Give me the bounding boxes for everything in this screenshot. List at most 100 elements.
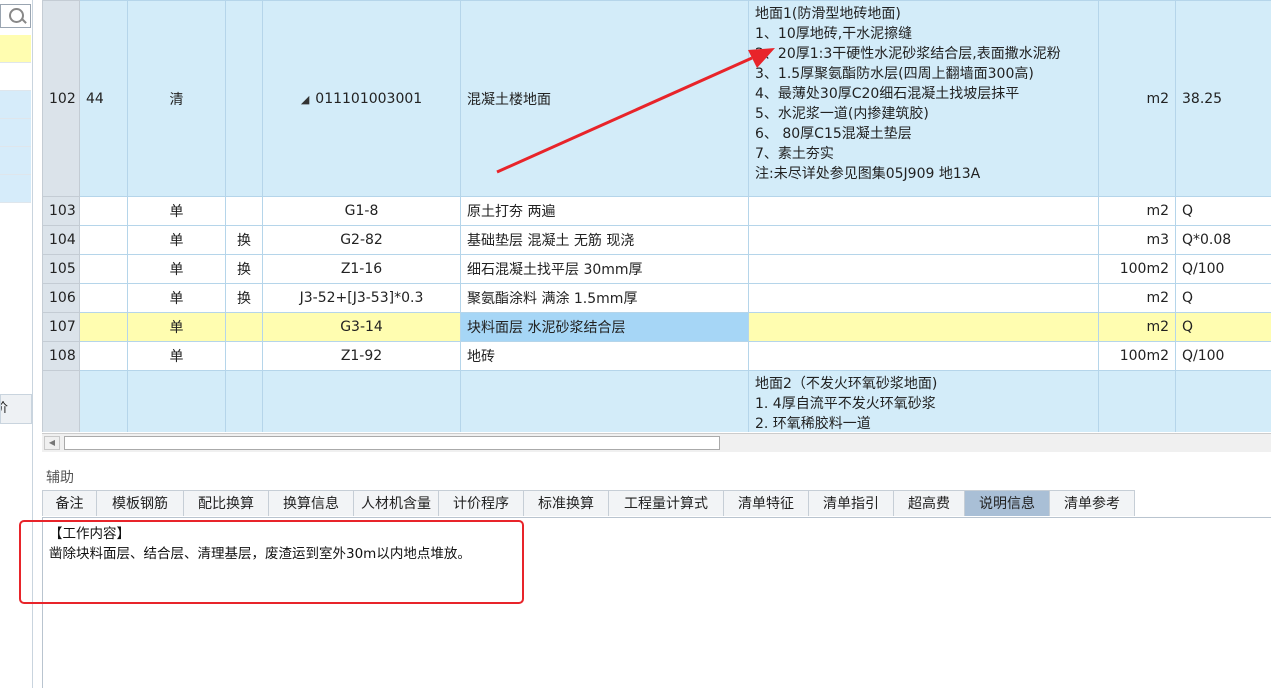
unit-cell[interactable]: m2 — [1098, 0, 1176, 197]
quantity-cell[interactable]: Q/100 — [1175, 254, 1271, 284]
scroll-left-arrow-icon[interactable]: ◀ — [44, 436, 60, 450]
feature-cell[interactable] — [748, 196, 1099, 226]
row-number[interactable]: 103 — [42, 196, 80, 226]
aux-tab[interactable]: 清单指引 — [808, 490, 894, 516]
aux-tab[interactable]: 配比换算 — [183, 490, 269, 516]
aux-tab[interactable]: 模板钢筋 — [96, 490, 184, 516]
code-cell[interactable]: J3-52+[J3-53]*0.3 — [262, 283, 461, 313]
name-cell[interactable]: 细石混凝土找平层 30mm厚 — [460, 254, 749, 284]
name-cell[interactable]: 原土打夯 两遍 — [460, 196, 749, 226]
table-row[interactable]: 105 单 换 Z1-16 细石混凝土找平层 30mm厚 100m2 Q/100 — [42, 254, 1271, 284]
code-cell[interactable]: Z1-16 — [262, 254, 461, 284]
category-cell[interactable]: 单 — [127, 283, 226, 313]
feature-cell[interactable]: 地面1(防滑型地砖地面) 1、10厚地砖,干水泥擦缝 2、20厚1:3干硬性水泥砂浆… — [748, 0, 1099, 197]
code-cell[interactable]: G1-8 — [262, 196, 461, 226]
quantity-cell[interactable]: Q — [1175, 312, 1271, 342]
unit-cell[interactable]: 100m2 — [1098, 341, 1176, 371]
row-number[interactable]: 104 — [42, 225, 80, 255]
flag-cell[interactable]: 换 — [225, 283, 263, 313]
category-cell[interactable]: 单 — [127, 196, 226, 226]
expand-triangle-icon[interactable]: ◢ — [301, 93, 309, 106]
aux-tab[interactable]: 换算信息 — [268, 490, 354, 516]
feature-cell[interactable] — [748, 225, 1099, 255]
aux-tab[interactable]: 工程量计算式 — [608, 490, 724, 516]
aux-tab[interactable]: 清单参考 — [1049, 490, 1135, 516]
code-cell[interactable]: G3-14 — [262, 312, 461, 342]
unit-cell[interactable]: 100m2 — [1098, 254, 1176, 284]
code-cell[interactable]: Z1-92 — [262, 341, 461, 371]
left-tree-item[interactable] — [0, 91, 31, 119]
seq-cell[interactable] — [79, 254, 128, 284]
row-number[interactable]: 107 — [42, 312, 80, 342]
row-number[interactable]: 105 — [42, 254, 80, 284]
left-tree-item[interactable] — [0, 175, 31, 203]
name-cell[interactable]: 块料面层 水泥砂浆结合层 — [460, 312, 749, 342]
unit-cell[interactable]: m3 — [1098, 225, 1176, 255]
feature-cell[interactable] — [748, 312, 1099, 342]
scrollbar-thumb[interactable] — [64, 436, 720, 450]
name-cell[interactable]: 基础垫层 混凝土 无筋 现浇 — [460, 225, 749, 255]
seq-cell[interactable] — [79, 225, 128, 255]
seq-cell[interactable] — [79, 341, 128, 371]
name-cell[interactable]: 地砖 — [460, 341, 749, 371]
row-number[interactable]: 108 — [42, 341, 80, 371]
feature-cell[interactable]: 地面2（不发火环氧砂浆地面) 1. 4厚自流平不发火环氧砂浆 2. 环氧稀胶料一道 — [748, 370, 1099, 432]
feature-cell[interactable] — [748, 283, 1099, 313]
left-tree-item[interactable] — [0, 63, 31, 91]
quantity-cell[interactable]: Q/100 — [1175, 341, 1271, 371]
unit-cell[interactable]: m2 — [1098, 196, 1176, 226]
flag-cell[interactable] — [225, 0, 263, 197]
category-cell[interactable]: 单 — [127, 254, 226, 284]
feature-cell[interactable] — [748, 254, 1099, 284]
search-icon[interactable] — [9, 8, 24, 23]
seq-cell[interactable] — [79, 283, 128, 313]
unit-cell[interactable] — [1098, 370, 1176, 432]
category-cell[interactable]: 单 — [127, 225, 226, 255]
seq-cell[interactable] — [79, 196, 128, 226]
row-number[interactable]: 106 — [42, 283, 80, 313]
unit-cell[interactable]: m2 — [1098, 283, 1176, 313]
aux-tab[interactable]: 说明信息 — [964, 490, 1050, 516]
quantity-cell[interactable]: Q — [1175, 196, 1271, 226]
category-cell[interactable]: 清 — [127, 0, 226, 197]
code-cell[interactable]: ◢ 011101003001 — [262, 0, 461, 197]
unit-cell[interactable]: m2 — [1098, 312, 1176, 342]
flag-cell[interactable]: 换 — [225, 225, 263, 255]
flag-cell[interactable] — [225, 196, 263, 226]
flag-cell[interactable] — [225, 370, 263, 432]
quantity-cell[interactable]: 38.25 — [1175, 0, 1271, 197]
flag-cell[interactable]: 换 — [225, 254, 263, 284]
left-bottom-tab[interactable]: 价 — [0, 394, 32, 424]
quantity-cell[interactable]: Q — [1175, 283, 1271, 313]
quantity-cell[interactable]: Q*0.08 — [1175, 225, 1271, 255]
row-number[interactable] — [42, 370, 80, 432]
left-tree-item[interactable] — [0, 119, 31, 147]
table-row[interactable]: 102 44 清 ◢ 011101003001 混凝土楼地面 地面1(防滑型地砖地面) 1、1… — [42, 0, 1271, 197]
seq-cell[interactable] — [79, 370, 128, 432]
quantity-cell[interactable] — [1175, 370, 1271, 432]
flag-cell[interactable] — [225, 341, 263, 371]
aux-tab[interactable]: 人材机含量 — [353, 490, 439, 516]
aux-tab[interactable]: 计价程序 — [438, 490, 524, 516]
left-search-box[interactable] — [0, 4, 31, 28]
category-cell[interactable]: 单 — [127, 312, 226, 342]
name-cell[interactable]: 聚氨酯涂料 满涂 1.5mm厚 — [460, 283, 749, 313]
name-cell[interactable] — [460, 370, 749, 432]
row-number[interactable]: 102 — [42, 0, 80, 197]
table-row[interactable]: 104 单 换 G2-82 基础垫层 混凝土 无筋 现浇 m3 Q*0.08 — [42, 225, 1271, 255]
code-cell[interactable]: G2-82 — [262, 225, 461, 255]
aux-tab[interactable]: 清单特征 — [723, 490, 809, 516]
left-tree-item[interactable] — [0, 35, 31, 63]
seq-cell[interactable] — [79, 312, 128, 342]
table-row[interactable]: 108 单 Z1-92 地砖 100m2 Q/100 — [42, 341, 1271, 371]
seq-cell[interactable]: 44 — [79, 0, 128, 197]
horizontal-scrollbar[interactable]: ◀ — [42, 433, 1271, 452]
aux-tab[interactable]: 备注 — [42, 490, 97, 516]
flag-cell[interactable] — [225, 312, 263, 342]
category-cell[interactable] — [127, 370, 226, 432]
table-row[interactable]: 103 单 G1-8 原土打夯 两遍 m2 Q — [42, 196, 1271, 226]
table-row[interactable]: 106 单 换 J3-52+[J3-53]*0.3 聚氨酯涂料 满涂 1.5mm厚 m2 Q — [42, 283, 1271, 313]
table-row[interactable]: 地面2（不发火环氧砂浆地面) 1. 4厚自流平不发火环氧砂浆 2. 环氧稀胶料一道 — [42, 370, 1271, 432]
left-tree-item[interactable] — [0, 147, 31, 175]
table-row[interactable]: 107 单 G3-14 块料面层 水泥砂浆结合层 m2 Q — [42, 312, 1271, 342]
